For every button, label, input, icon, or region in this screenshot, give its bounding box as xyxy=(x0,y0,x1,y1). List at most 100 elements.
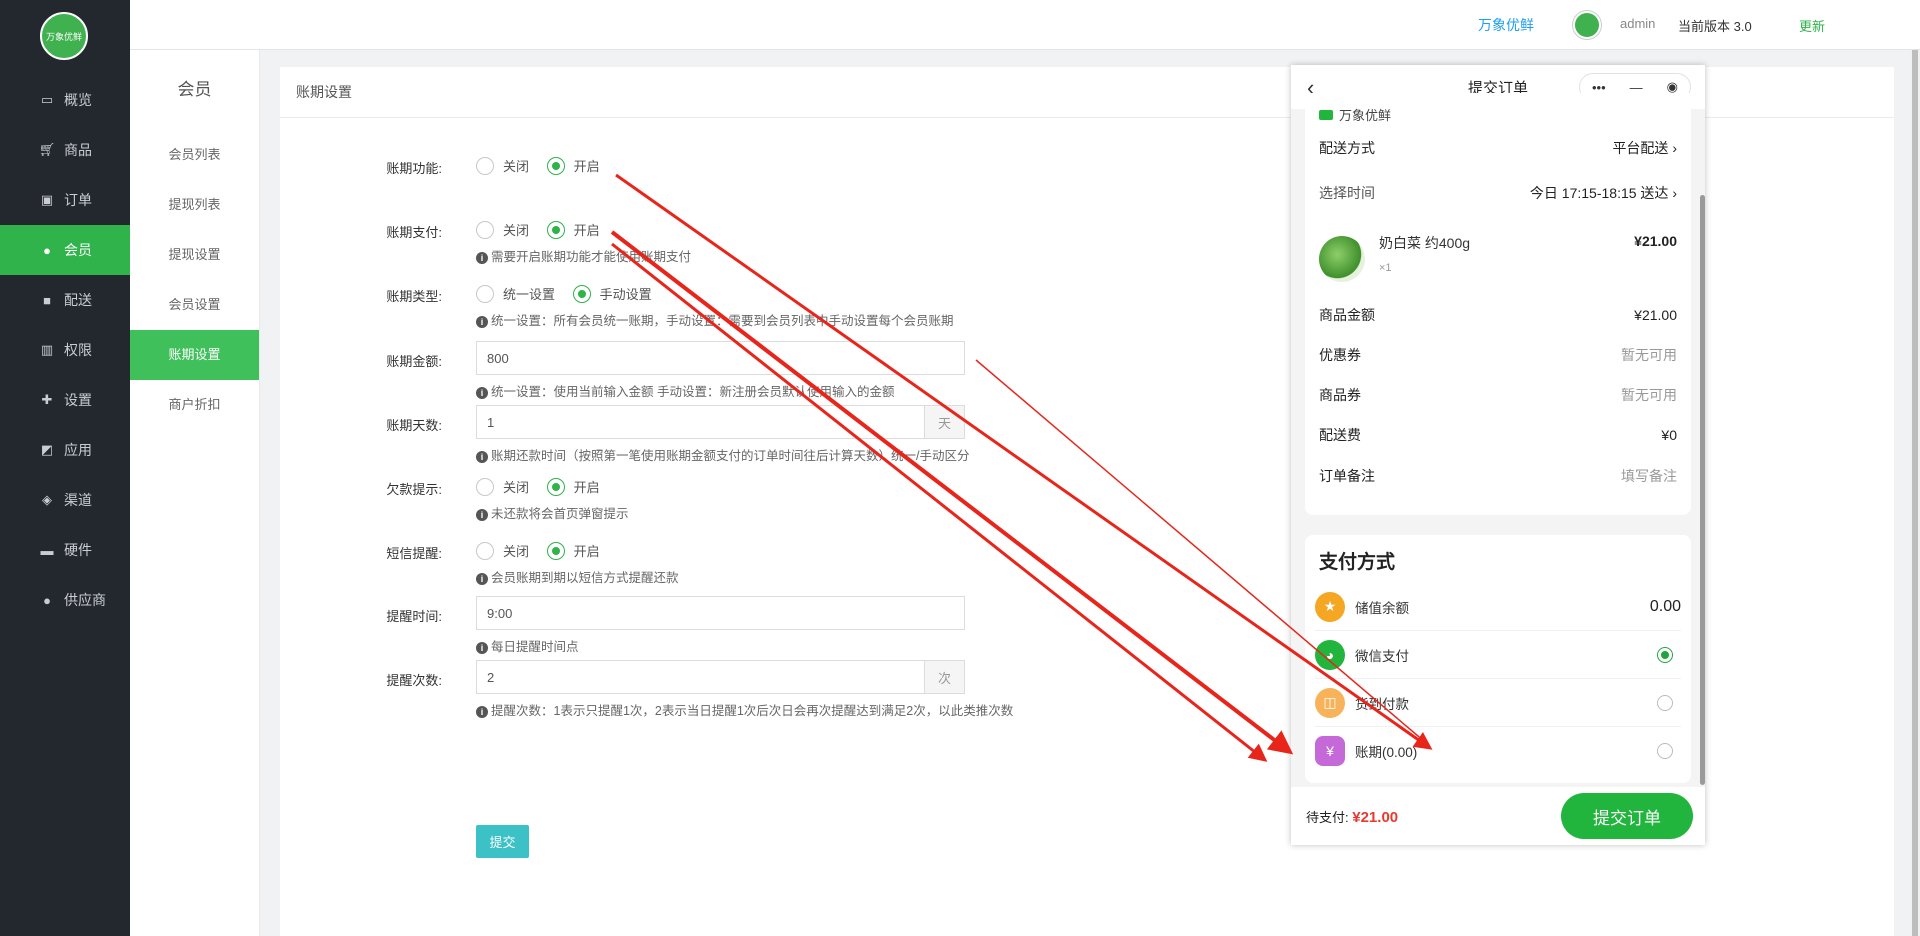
delivery-row[interactable]: 配送方式 平台配送 › xyxy=(1319,138,1677,158)
update-link[interactable]: 更新 xyxy=(1799,16,1825,35)
delivery-label: 配送方式 xyxy=(1319,140,1375,156)
delivery-value: 平台配送 › xyxy=(1612,140,1677,156)
credit-amount-input[interactable]: 800 xyxy=(476,341,965,375)
wechat-radio[interactable] xyxy=(1657,646,1673,663)
nav-item-overview[interactable]: ▭ 概览 xyxy=(0,75,130,125)
nav-item-channels[interactable]: ◈ 渠道 xyxy=(0,475,130,525)
order-card: 万象优鲜 配送方式 平台配送 › 选择时间 今日 17:15-18:15 送达 › … xyxy=(1305,93,1691,515)
subnav-item-withdraw-list[interactable]: 提现列表 xyxy=(130,180,259,230)
bank-icon: ▥ xyxy=(40,342,54,357)
credit-days-input[interactable]: 1 xyxy=(476,405,925,439)
arrears-off-radio[interactable]: 关闭 xyxy=(476,477,529,496)
cod-radio[interactable] xyxy=(1657,694,1673,711)
sms-off-radio[interactable]: 关闭 xyxy=(476,541,529,560)
sms-on-radio[interactable]: 开启 xyxy=(546,541,600,560)
radio-label: 开启 xyxy=(573,544,600,559)
pay-option-wechat[interactable]: ◕ 微信支付 xyxy=(1315,631,1681,679)
pay-label: 微信支付 xyxy=(1355,648,1409,664)
goods-amount: ¥21.00 xyxy=(1634,307,1677,323)
time-label: 选择时间 xyxy=(1319,185,1375,201)
truck-icon: ■ xyxy=(43,292,51,308)
puzzle-icon: ✚ xyxy=(41,392,53,407)
nav-item-apps[interactable]: ◩ 应用 xyxy=(0,425,130,475)
subnav-item-merchant-discount[interactable]: 商户折扣 xyxy=(130,380,259,430)
credit-pay-label: 账期支付: xyxy=(386,225,442,240)
product-item[interactable]: 奶白菜 约400g ×1 ¥21.00 xyxy=(1319,228,1677,288)
shop-name-link[interactable]: 万象优鲜 xyxy=(1478,15,1534,35)
nav-item-permissions[interactable]: ▥ 权限 xyxy=(0,325,130,375)
nav-item-orders[interactable]: ▣ 订单 xyxy=(0,175,130,225)
remind-count-label: 提醒次数: xyxy=(386,673,442,688)
product-price: ¥21.00 xyxy=(1634,233,1677,249)
remark-row[interactable]: 订单备注 填写备注 xyxy=(1319,466,1677,486)
goods-coupon-value: 暂无可用 xyxy=(1621,387,1677,403)
sms-label: 短信提醒: xyxy=(386,546,442,561)
pay-option-credit[interactable]: ¥ 账期(0.00) xyxy=(1315,727,1681,775)
credit-pay-off-radio[interactable]: 关闭 xyxy=(476,220,529,239)
input-value: 2 xyxy=(487,669,495,685)
subnav-item-member-list[interactable]: 会员列表 xyxy=(130,130,259,180)
credit-type-manual-radio[interactable]: 手动设置 xyxy=(572,284,652,303)
star-icon: ★ xyxy=(1315,591,1345,622)
credit-amount-label: 账期金额: xyxy=(386,354,442,369)
credit-amount-hint: i 统一设置：使用当前输入金额 手动设置：新注册会员默认使用输入的金额 xyxy=(476,381,894,400)
info-icon: i xyxy=(476,387,488,399)
nav-label: 会员 xyxy=(64,242,92,258)
submit-button[interactable]: 提交 xyxy=(476,825,529,858)
product-image xyxy=(1319,236,1365,282)
nav-label: 权限 xyxy=(64,342,92,358)
cart-icon: 🛒︎ xyxy=(38,142,56,157)
nav-label: 配送 xyxy=(64,292,92,308)
store-icon xyxy=(1319,109,1333,120)
arrears-on-radio[interactable]: 开启 xyxy=(546,477,600,496)
credit-type-uniform-radio[interactable]: 统一设置 xyxy=(476,284,555,303)
nav-item-delivery[interactable]: ■ 配送 xyxy=(0,275,130,325)
nav-item-hardware[interactable]: ▬ 硬件 xyxy=(0,525,130,575)
remind-count-input[interactable]: 2 xyxy=(476,660,925,694)
goods-coupon-row[interactable]: 商品券 暂无可用 xyxy=(1319,385,1677,405)
credit-func-on-radio[interactable]: 开启 xyxy=(546,156,600,175)
nav-item-goods[interactable]: 🛒︎ 商品 xyxy=(0,125,130,175)
credit-radio[interactable] xyxy=(1657,743,1673,759)
pay-label: 储值余额 xyxy=(1355,600,1409,616)
coupon-row[interactable]: 优惠券 暂无可用 xyxy=(1319,345,1677,365)
input-value: 1 xyxy=(487,414,495,430)
goods-amount-row: 商品金额 ¥21.00 xyxy=(1319,307,1677,323)
nav-item-settings[interactable]: ✚ 设置 xyxy=(0,375,130,425)
desktop-icon: ▬ xyxy=(40,542,54,558)
subnav-item-credit-settings[interactable]: 账期设置 xyxy=(130,330,259,380)
info-icon: i xyxy=(476,451,488,463)
member-subnav: 会员 会员列表 提现列表 提现设置 会员设置 账期设置 商户折扣 xyxy=(130,50,260,936)
money-bag-icon: ¥ xyxy=(1315,736,1345,766)
avatar[interactable] xyxy=(1573,11,1601,39)
page-scrollbar[interactable] xyxy=(1910,50,1920,936)
pay-option-cod[interactable]: ◫ 货到付款 xyxy=(1315,679,1681,727)
arrears-label: 欠款提示: xyxy=(386,482,442,497)
brand-logo[interactable]: 万象优鲜 xyxy=(40,12,88,60)
radio-label: 手动设置 xyxy=(599,287,652,302)
subnav-item-withdraw-settings[interactable]: 提现设置 xyxy=(130,230,259,280)
remind-count-hint: i 提醒次数：1表示只提醒1次，2表示当日提醒1次后次日会再次提醒达到满足2次，以… xyxy=(476,700,1013,719)
time-row[interactable]: 选择时间 今日 17:15-18:15 送达 › xyxy=(1319,183,1677,203)
subnav-item-member-settings[interactable]: 会员设置 xyxy=(130,280,259,330)
apps-icon: ◩ xyxy=(40,442,54,457)
username[interactable]: admin xyxy=(1620,16,1655,31)
credit-pay-hint: i 需要开启账期功能才能使用账期支付 xyxy=(476,246,691,265)
credit-days-hint: i 账期还款时间（按照第一笔使用账期金额支付的订单时间往后计算天数）统一/手动区分 xyxy=(476,445,969,464)
nav-label: 供应商 xyxy=(64,592,106,608)
credit-func-off-radio[interactable]: 关闭 xyxy=(476,156,529,175)
credit-type-label: 账期类型: xyxy=(386,289,442,304)
input-value: 800 xyxy=(487,350,509,366)
input-value: 9:00 xyxy=(487,605,513,621)
radio-label: 关闭 xyxy=(503,544,530,559)
pay-option-balance[interactable]: ★ 储值余额 0.00 xyxy=(1315,583,1681,631)
nav-item-members[interactable]: ● 会员 xyxy=(0,225,130,275)
credit-pay-on-radio[interactable]: 开启 xyxy=(546,220,600,239)
radio-label: 关闭 xyxy=(503,159,530,174)
submit-order-button[interactable]: 提交订单 xyxy=(1561,793,1693,839)
product-qty: ×1 xyxy=(1379,262,1392,274)
nav-item-suppliers[interactable]: ● 供应商 xyxy=(0,575,130,625)
info-icon: i xyxy=(476,642,488,654)
balance-value: 0.00 xyxy=(1649,597,1681,615)
remind-time-input[interactable]: 9:00 xyxy=(476,596,965,630)
